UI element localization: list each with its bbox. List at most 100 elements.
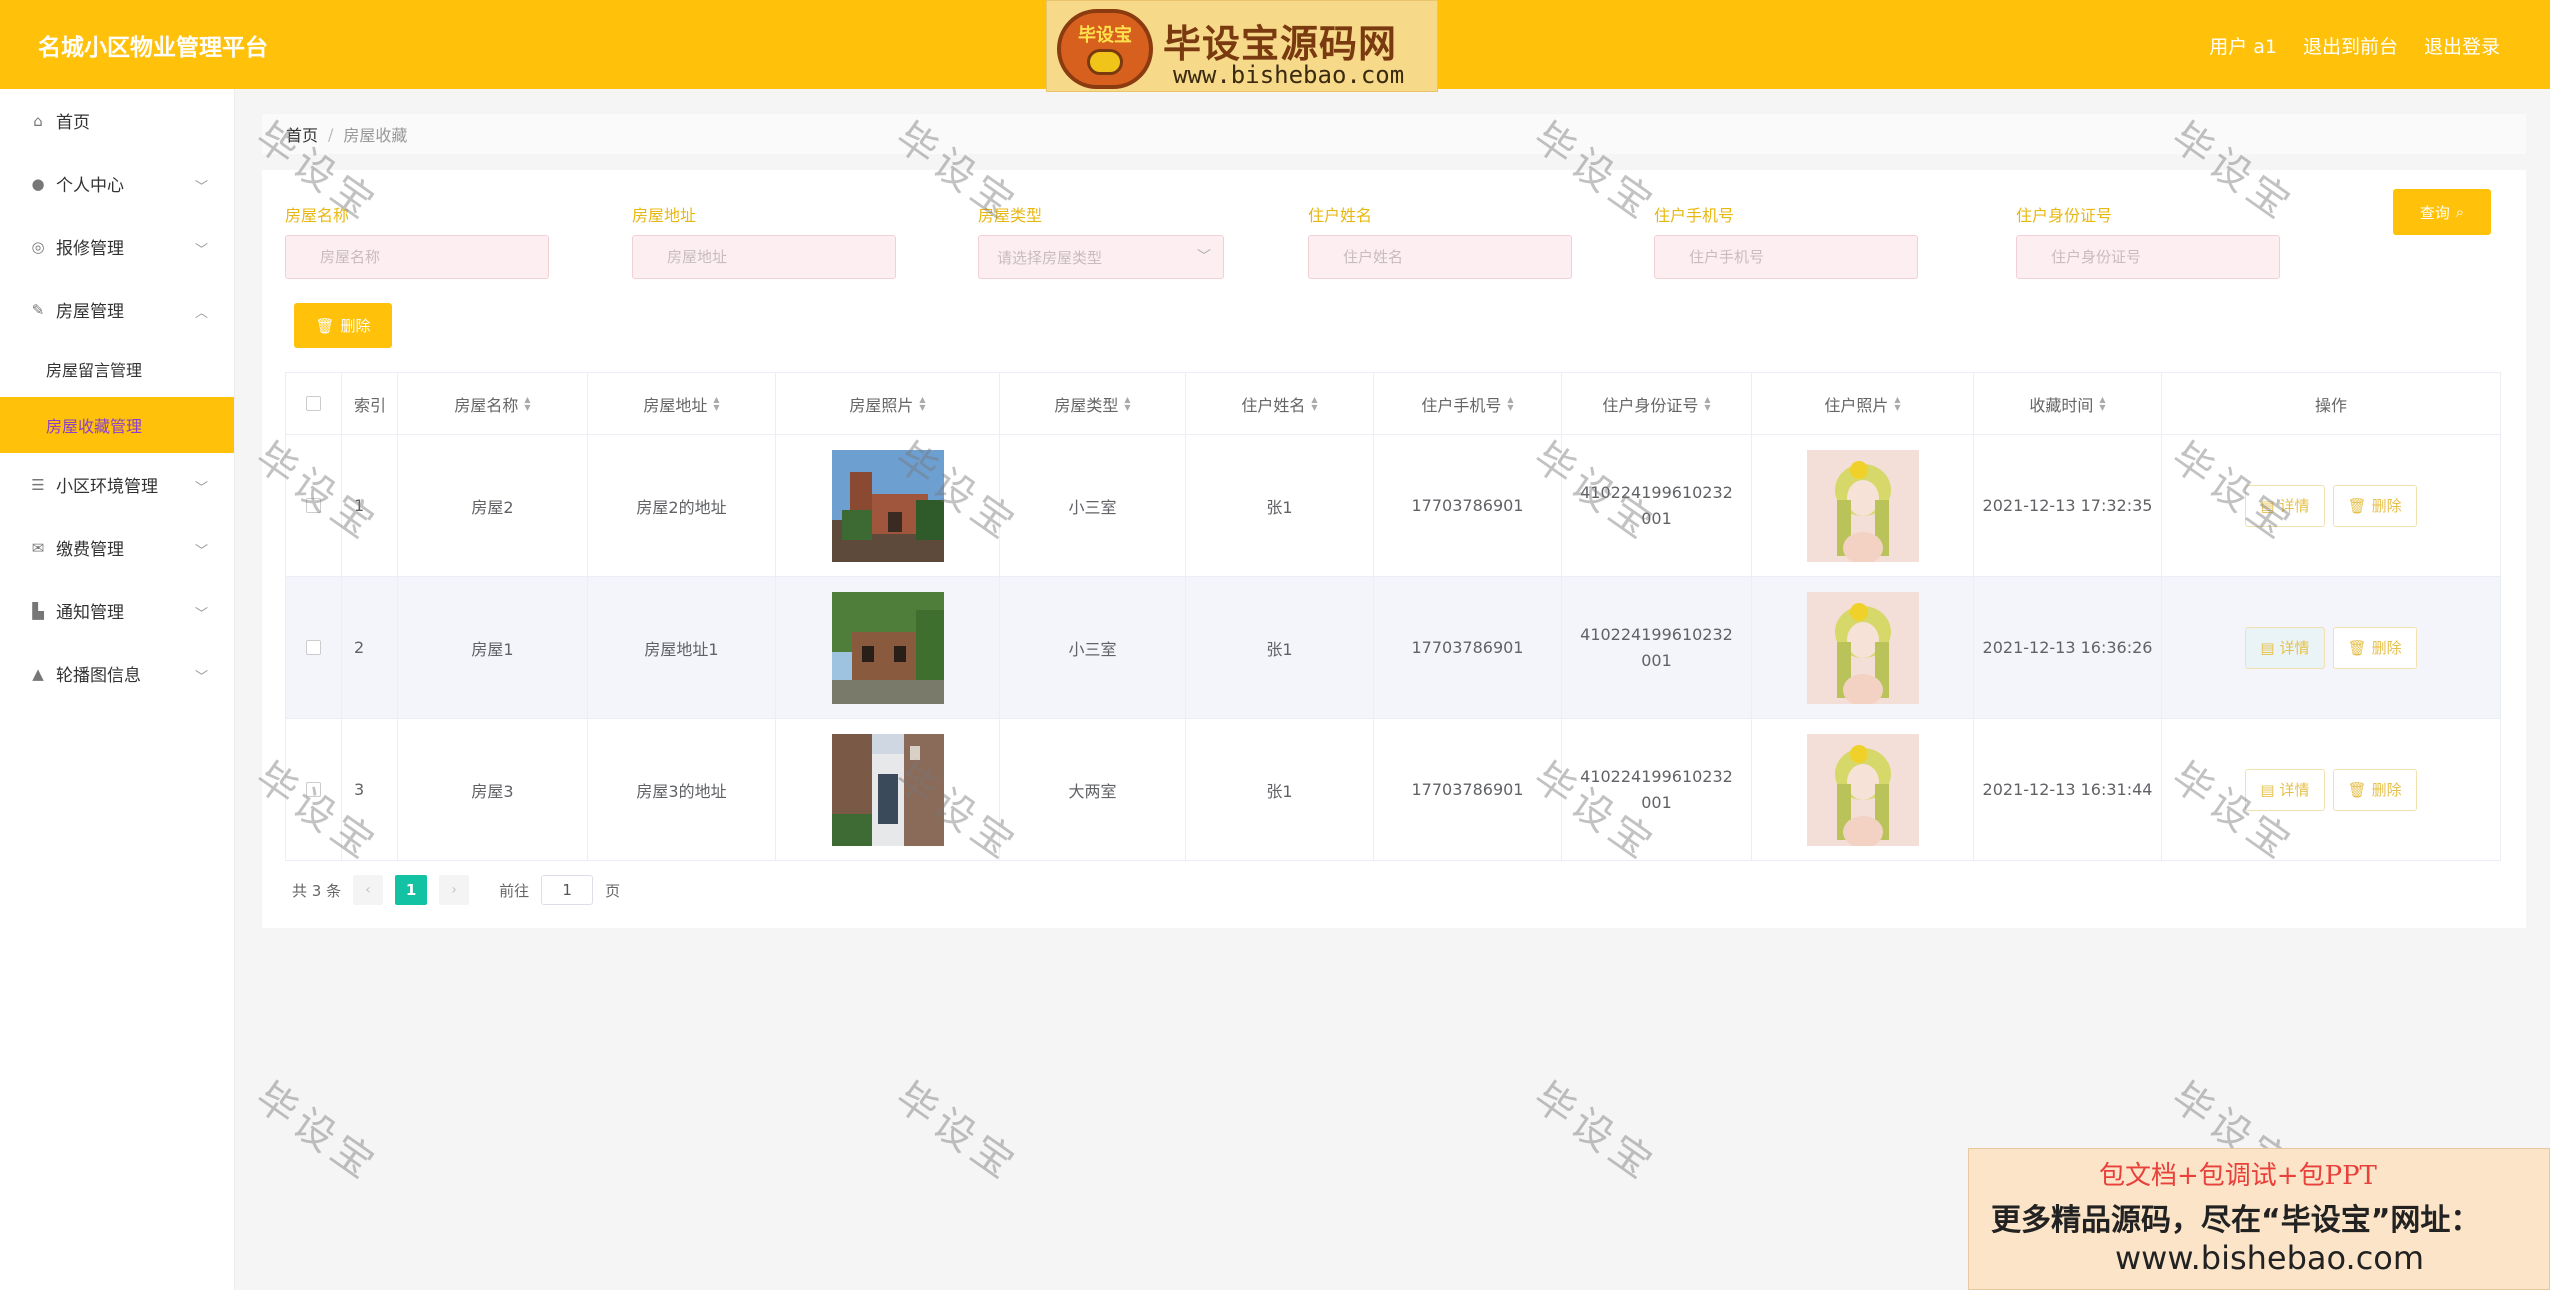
col-label: 住户照片 xyxy=(1824,395,1889,415)
delete-button[interactable]: 🗑 删除 xyxy=(2332,768,2417,811)
breadcrumb-home[interactable]: 首页 xyxy=(286,122,318,146)
page-unit-label: 页 xyxy=(605,881,621,900)
sort-icon[interactable]: ▲ ▼ xyxy=(2099,395,2105,412)
sidebar-item-notice[interactable]: ▙ 通知管理 ﹀ xyxy=(0,579,234,642)
trash-icon: 🗑 xyxy=(2347,496,2367,515)
row-checkbox[interactable] xyxy=(306,498,321,513)
resident-photo-thumbnail[interactable] xyxy=(1806,591,1919,704)
cell-resident-phone: 17703786901 xyxy=(1374,435,1562,577)
promo-line-1: 包文档+包调试+包PPT xyxy=(2099,1161,2377,1191)
promo-banner: 包文档+包调试+包PPT 更多精品源码，尽在“毕设宝”网址： www.bishe… xyxy=(1968,1148,2550,1290)
col-house-type[interactable]: 房屋类型 ▲ ▼ xyxy=(1000,373,1186,435)
col-resident-phone[interactable]: 住户手机号 ▲ ▼ xyxy=(1374,373,1562,435)
house-photo-thumbnail[interactable] xyxy=(831,449,944,562)
resident-photo-thumbnail[interactable] xyxy=(1806,733,1919,846)
logo-badge-icon: 毕设宝 xyxy=(1057,9,1153,89)
col-resident-id[interactable]: 住户身份证号 ▲ ▼ xyxy=(1562,373,1752,435)
watermark-text: 毕设宝 xyxy=(246,1073,387,1191)
sort-icon[interactable]: ▲ ▼ xyxy=(1311,395,1317,412)
row-checkbox[interactable] xyxy=(306,640,321,655)
house-name-input[interactable] xyxy=(285,235,549,279)
prev-page-button[interactable]: ‹ xyxy=(353,875,384,905)
sort-icon[interactable]: ▲ ▼ xyxy=(524,395,530,412)
breadcrumb-current: 房屋收藏 xyxy=(343,126,408,145)
logo-badge-text: 毕设宝 xyxy=(1078,25,1132,46)
col-resident-photo[interactable]: 住户照片 ▲ ▼ xyxy=(1752,373,1974,435)
sidebar-item-label: 房屋管理 xyxy=(56,302,124,322)
chevron-down-icon: ﹀ xyxy=(194,607,208,622)
sidebar-item-profile[interactable]: ● 个人中心 ﹀ xyxy=(0,152,234,215)
sidebar-item-environment[interactable]: ☰ 小区环境管理 ﹀ xyxy=(0,453,234,516)
sort-icon[interactable]: ▲ ▼ xyxy=(713,395,719,412)
col-index: 索引 xyxy=(342,373,398,435)
sidebar-item-repair[interactable]: ◎ 报修管理 ﹀ xyxy=(0,215,234,278)
house-photo-thumbnail[interactable] xyxy=(831,591,944,704)
col-favorite-time[interactable]: 收藏时间 ▲ ▼ xyxy=(1974,373,2162,435)
resident-name-input[interactable] xyxy=(1308,235,1572,279)
house-photo-thumbnail[interactable] xyxy=(831,733,944,846)
detail-button-label: 详情 xyxy=(2279,497,2310,515)
col-label: 住户手机号 xyxy=(1421,395,1502,415)
sort-icon[interactable]: ▲ ▼ xyxy=(1704,395,1710,412)
detail-button[interactable]: ▤ 详情 xyxy=(2245,484,2325,527)
col-label: 收藏时间 xyxy=(2029,395,2094,415)
delete-button[interactable]: 🗑 删除 xyxy=(2332,626,2417,669)
sort-icon[interactable]: ▲ ▼ xyxy=(919,395,925,412)
logo-url-text: www.bishebao.com xyxy=(1173,61,1405,89)
page-number-button[interactable]: 1 xyxy=(395,875,428,905)
row-checkbox-cell xyxy=(286,577,342,719)
cell-resident-name: 张1 xyxy=(1186,719,1374,861)
sort-icon[interactable]: ▲ ▼ xyxy=(1124,395,1130,412)
header-checkbox-cell xyxy=(286,373,342,435)
sidebar-sub-house-favorite[interactable]: 房屋收藏管理 xyxy=(0,397,234,453)
delete-button-label: 删除 xyxy=(2371,639,2402,657)
mail-icon: ✉ xyxy=(31,538,45,557)
col-house-photo[interactable]: 房屋照片 ▲ ▼ xyxy=(776,373,1000,435)
document-icon: ▤ xyxy=(2260,638,2275,657)
app-title: 名城小区物业管理平台 xyxy=(38,35,268,61)
sidebar-item-label: 个人中心 xyxy=(56,176,124,196)
breadcrumb-separator: / xyxy=(328,124,334,144)
delete-button[interactable]: 🗑 删除 xyxy=(2332,484,2417,527)
sidebar-item-payment[interactable]: ✉ 缴费管理 ﹀ xyxy=(0,516,234,579)
sidebar-sub-house-message[interactable]: 房屋留言管理 xyxy=(0,341,234,397)
house-type-select[interactable]: 请选择房屋类型 ﹀ xyxy=(978,235,1224,279)
notice-icon: ▙ xyxy=(32,601,44,620)
resident-id-input[interactable] xyxy=(2016,235,2280,279)
col-resident-name[interactable]: 住户姓名 ▲ ▼ xyxy=(1186,373,1374,435)
user-name-link[interactable]: 用户 a1 xyxy=(2209,32,2277,59)
next-page-button[interactable]: › xyxy=(439,875,470,905)
delete-button-label: 删除 xyxy=(2371,497,2402,515)
sidebar-item-carousel[interactable]: ▲ 轮播图信息 ﹀ xyxy=(0,642,234,705)
cell-favorite-time: 2021-12-13 17:32:35 xyxy=(1974,435,2162,577)
resident-phone-input[interactable] xyxy=(1654,235,1918,279)
chevron-down-icon: ﹀ xyxy=(194,243,208,258)
chevron-down-icon: ﹀ xyxy=(194,670,208,685)
sidebar-item-house[interactable]: ✎ 房屋管理 ︿ xyxy=(0,278,234,341)
home-icon: ⌂ xyxy=(33,111,43,130)
sidebar-item-home[interactable]: ⌂ 首页 xyxy=(0,89,234,152)
exit-to-front-link[interactable]: 退出到前台 xyxy=(2303,32,2398,59)
resident-id-text: 410224199610232001 xyxy=(1580,766,1733,812)
query-button[interactable]: 查询 ⌕ xyxy=(2393,189,2491,235)
sort-icon[interactable]: ▲ ▼ xyxy=(1507,395,1513,412)
col-label: 住户身份证号 xyxy=(1602,395,1699,415)
cell-resident-id: 410224199610232001 xyxy=(1562,435,1752,577)
batch-delete-button[interactable]: 🗑 删除 xyxy=(294,303,392,348)
logout-link[interactable]: 退出登录 xyxy=(2424,32,2500,59)
col-house-name[interactable]: 房屋名称 ▲ ▼ xyxy=(398,373,588,435)
detail-button[interactable]: ▤ 详情 xyxy=(2245,626,2325,669)
cell-house-name: 房屋1 xyxy=(398,577,588,719)
row-checkbox[interactable] xyxy=(306,782,321,797)
sort-icon[interactable]: ▲ ▼ xyxy=(1894,395,1900,412)
cell-house-address: 房屋2的地址 xyxy=(588,435,776,577)
document-icon: ▤ xyxy=(2260,496,2275,515)
resident-phone-label: 住户手机号 xyxy=(1654,206,1735,225)
detail-button[interactable]: ▤ 详情 xyxy=(2245,768,2325,811)
goto-page-input[interactable] xyxy=(541,875,594,905)
col-house-address[interactable]: 房屋地址 ▲ ▼ xyxy=(588,373,776,435)
carousel-icon: ▲ xyxy=(32,664,44,683)
house-address-input[interactable] xyxy=(632,235,896,279)
select-all-checkbox[interactable] xyxy=(306,396,321,411)
resident-photo-thumbnail[interactable] xyxy=(1806,449,1919,562)
